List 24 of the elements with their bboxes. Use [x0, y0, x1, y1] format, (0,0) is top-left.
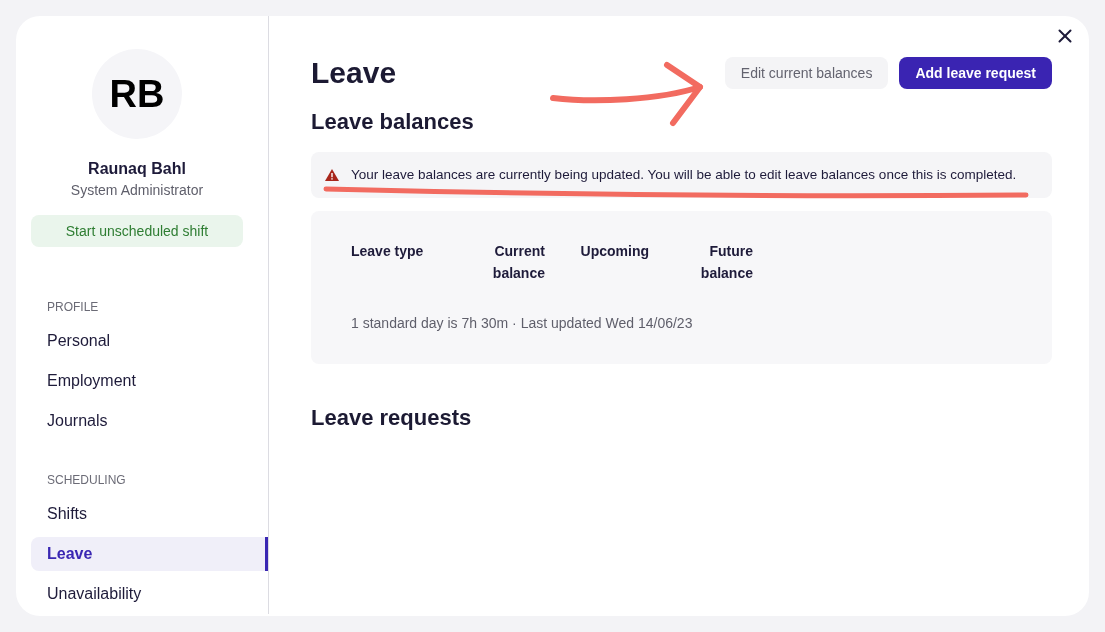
- column-header: Current balance: [491, 242, 545, 283]
- sidebar-item[interactable]: Journals: [31, 404, 268, 438]
- sidebar-item[interactable]: Personal: [31, 324, 268, 358]
- balance-footnote: 1 standard day is 7h 30m · Last updated Wed 14/06/23: [351, 314, 693, 333]
- edit-balances-button[interactable]: Edit current balances: [724, 57, 889, 89]
- sidebar-item[interactable]: Leave: [31, 537, 268, 571]
- sidebar-item[interactable]: Employment: [31, 364, 268, 398]
- column-header: Leave type: [351, 242, 424, 261]
- add-leave-request-button[interactable]: Add leave request: [899, 57, 1052, 89]
- user-name: Raunaq Bahl: [88, 159, 186, 179]
- page-title: Leave: [311, 55, 397, 91]
- start-shift-button[interactable]: Start unscheduled shift: [31, 215, 243, 247]
- section-heading: PROFILE: [47, 299, 99, 315]
- section-heading: SCHEDULING: [47, 472, 126, 488]
- avatar-initials: RB: [92, 49, 182, 139]
- section-title: Leave balances: [311, 108, 474, 136]
- column-header: Upcoming: [580, 242, 649, 261]
- user-role: System Administrator: [70, 181, 204, 200]
- section-title: Leave requests: [311, 404, 472, 432]
- sidebar-item[interactable]: Shifts: [31, 497, 268, 531]
- warning-icon: [325, 169, 339, 181]
- sidebar-item[interactable]: Unavailability: [31, 577, 268, 611]
- warning-message: Your leave balances are currently being updated. You will be able to edit leave balances once this is completed.: [351, 165, 1017, 184]
- column-header: Future balance: [699, 242, 753, 283]
